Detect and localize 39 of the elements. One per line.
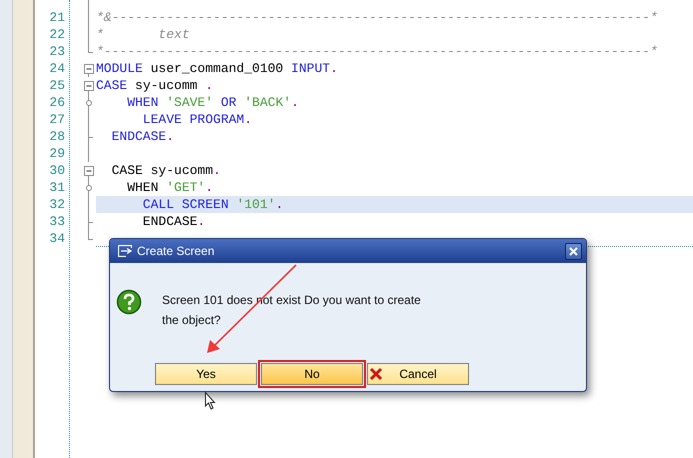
- close-button[interactable]: [565, 242, 582, 260]
- code-line: ENDCASE.: [142, 213, 206, 230]
- code-line: MODULE user_command_0100 INPUT.: [96, 60, 338, 77]
- line-number: 22: [49, 26, 65, 43]
- code-line: * text: [96, 26, 190, 43]
- code-line: CASE sy-ucomm.: [110, 162, 221, 179]
- cross-icon: [369, 367, 383, 381]
- line-number: 24: [49, 60, 65, 77]
- line-number: 28: [49, 128, 65, 145]
- line-number: 27: [49, 111, 65, 128]
- code-line: LEAVE PROGRAM.: [142, 111, 252, 128]
- code-line: CALL SCREEN '101'.: [142, 196, 284, 213]
- window-icon: [118, 245, 132, 257]
- question-icon: [116, 289, 142, 315]
- line-number: 34: [49, 230, 65, 247]
- code-line: *----------------------------------------------------------------------*: [96, 43, 658, 60]
- line-number: 25: [49, 77, 65, 94]
- line-number: 21: [49, 9, 65, 26]
- close-icon: [569, 246, 578, 256]
- line-number: 33: [49, 213, 65, 230]
- code-line: ENDCASE.: [110, 128, 174, 145]
- dialog-button[interactable]: Cancel: [367, 363, 469, 385]
- dialog-title: Create Screen: [137, 244, 216, 258]
- dialog-button[interactable]: Yes: [155, 363, 257, 385]
- line-number: 29: [49, 145, 65, 162]
- line-number: 32: [49, 196, 65, 213]
- code-line: *&---------------------------------------------------------------------*: [96, 9, 658, 26]
- code-line: CASE sy-ucomm .: [96, 77, 214, 94]
- line-number: 26: [49, 94, 65, 111]
- line-number: 31: [49, 179, 65, 196]
- mouse-cursor-icon: [205, 391, 216, 410]
- line-number: 30: [49, 162, 65, 179]
- code-line: WHEN 'SAVE' OR 'BACK'.: [126, 94, 299, 111]
- code-line: WHEN 'GET'.: [126, 179, 214, 196]
- dialog-button[interactable]: No: [261, 363, 363, 385]
- line-number: 23: [49, 43, 65, 60]
- collapse-icon[interactable]: [84, 81, 94, 91]
- collapse-icon[interactable]: [84, 64, 94, 74]
- collapse-icon[interactable]: [84, 166, 94, 176]
